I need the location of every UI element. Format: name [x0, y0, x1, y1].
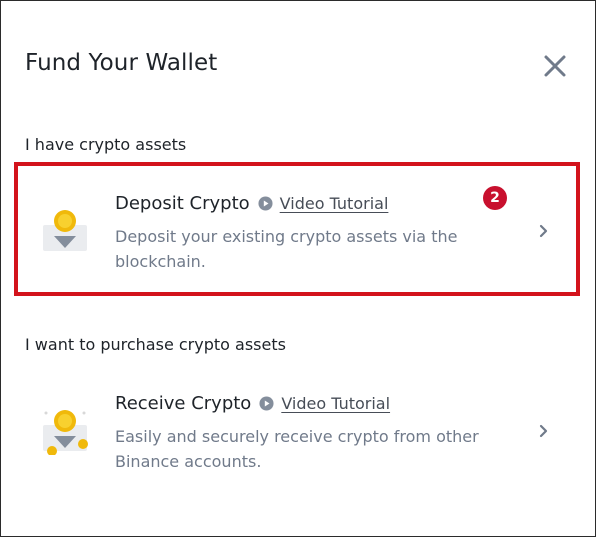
deposit-crypto-title-row: Deposit Crypto Video Tutorial: [115, 193, 388, 214]
receive-crypto-description: Easily and securely receive crypto from …: [115, 427, 479, 471]
receive-crypto-card[interactable]: Receive Crypto Video Tutorial Easily and…: [20, 367, 576, 489]
receive-illustration-icon: [43, 410, 88, 455]
annotation-step-badge: 2: [483, 186, 507, 210]
section-label-have-crypto: I have crypto assets: [25, 135, 187, 154]
play-circle-icon[interactable]: [258, 196, 273, 211]
chevron-right-icon[interactable]: [537, 224, 551, 238]
close-icon[interactable]: [541, 52, 569, 80]
chevron-right-icon[interactable]: [537, 424, 551, 438]
dialog-title: Fund Your Wallet: [25, 50, 218, 76]
section-label-purchase-crypto: I want to purchase crypto assets: [25, 335, 286, 354]
deposit-illustration-icon: [43, 210, 87, 251]
video-tutorial-link[interactable]: Video Tutorial: [280, 194, 389, 213]
deposit-crypto-description: Deposit your existing crypto assets via …: [115, 227, 458, 271]
receive-crypto-title-row: Receive Crypto Video Tutorial: [115, 393, 390, 414]
deposit-crypto-title: Deposit Crypto: [115, 193, 250, 214]
receive-crypto-title: Receive Crypto: [115, 393, 252, 414]
play-circle-icon[interactable]: [259, 396, 274, 411]
video-tutorial-link[interactable]: Video Tutorial: [281, 394, 390, 413]
